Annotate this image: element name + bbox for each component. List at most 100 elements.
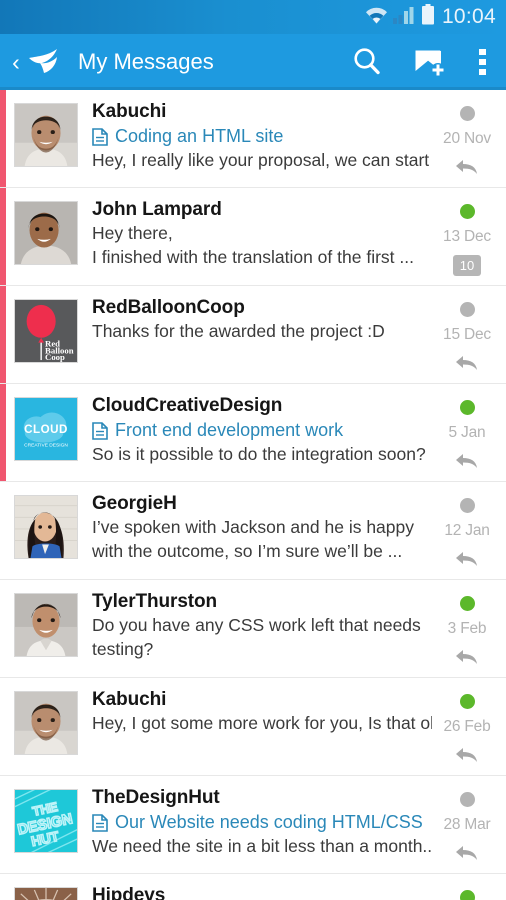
- message-content: TheDesignHut Our Website needs coding HT…: [78, 785, 436, 864]
- reply-icon[interactable]: [455, 156, 479, 178]
- subject-text: Coding an HTML site: [115, 126, 284, 147]
- message-meta: 13 Dec 10: [436, 197, 498, 276]
- reply-icon[interactable]: [455, 744, 479, 766]
- message-row[interactable]: HipdevsHey, I just got a huge project aw…: [0, 874, 506, 900]
- message-date: 5 Jan: [448, 424, 486, 441]
- message-subject[interactable]: Front end development work: [92, 418, 432, 442]
- message-row[interactable]: John Lampard Hey there, I finished with th…: [0, 188, 506, 286]
- message-subject[interactable]: Coding an HTML site: [92, 124, 432, 148]
- message-preview: So is it possible to do the integration …: [92, 443, 432, 467]
- sender-name: GeorgieH: [92, 493, 177, 514]
- message-meta: 20 Nov: [436, 99, 498, 178]
- message-date: 12 Jan: [444, 522, 490, 539]
- compose-icon[interactable]: [398, 34, 460, 90]
- message-preview: Hey, I really like your proposal, we can…: [92, 149, 432, 173]
- message-meta: 26 Feb: [436, 687, 498, 766]
- status-bar-clock: 10:04: [441, 5, 496, 28]
- sender-name: CloudCreativeDesign: [92, 395, 283, 416]
- avatar: THE DESIGN HUT: [14, 789, 78, 853]
- message-meta: 5 Jan: [436, 393, 498, 472]
- message-meta: 12 Jan: [436, 491, 498, 570]
- sender-name: TylerThurston: [92, 591, 218, 612]
- document-icon: [92, 421, 108, 440]
- avatar: [14, 593, 78, 657]
- status-dot: [459, 792, 475, 807]
- status-dot: [459, 694, 475, 709]
- avatar: [14, 691, 78, 755]
- reply-icon[interactable]: [455, 352, 479, 374]
- message-preview: I’ve spoken with Jackson and he is happy…: [92, 516, 432, 564]
- signal-icon: [392, 5, 417, 29]
- avatar: [14, 495, 78, 559]
- message-row[interactable]: CLOUD CREATIVE DESIGN CloudCreativeDesign…: [0, 384, 506, 482]
- preview-line: with the outcome, so I’m sure we’ll be .…: [92, 541, 403, 562]
- app-bar: ‹ My Messages: [0, 34, 506, 90]
- message-meta: 3 Feb: [436, 589, 498, 668]
- svg-text:Coop: Coop: [45, 352, 65, 362]
- message-content: GeorgieH I’ve spoken with Jackson and he …: [78, 491, 436, 570]
- message-date: 15 Dec: [443, 326, 491, 343]
- message-row[interactable]: Kabuchi Hey, I got some more work for you…: [0, 678, 506, 776]
- avatar: [14, 201, 78, 265]
- message-content: TylerThurston Do you have any CSS work le…: [78, 589, 436, 668]
- preview-line: Hey, I got some more work for you, Is th…: [92, 713, 432, 734]
- reply-icon[interactable]: [455, 548, 479, 570]
- message-preview: Do you have any CSS work left that needs…: [92, 614, 432, 662]
- reply-icon[interactable]: [455, 646, 479, 668]
- preview-line: So is it possible to do the integration …: [92, 443, 426, 464]
- document-icon: [92, 813, 108, 832]
- status-dot: [459, 106, 475, 121]
- status-dot: [459, 596, 475, 611]
- message-list[interactable]: Kabuchi Coding an HTML site Hey, I really…: [0, 90, 506, 900]
- search-icon[interactable]: [336, 34, 398, 90]
- reply-icon[interactable]: [455, 842, 479, 864]
- preview-line: Hey there,: [92, 223, 173, 244]
- back-button[interactable]: ‹: [8, 50, 24, 74]
- avatar: [14, 103, 78, 167]
- status-bar: 10:04: [0, 0, 506, 34]
- preview-line: Do you have any CSS work left that needs: [92, 615, 421, 636]
- message-content: RedBalloonCoop Thanks for the awarded the…: [78, 295, 436, 374]
- message-subject[interactable]: Our Website needs coding HTML/CSS: [92, 810, 432, 834]
- message-content: HipdevsHey, I just got a huge project aw…: [78, 883, 436, 900]
- message-preview: Hey there, I finished with the translatio…: [92, 222, 432, 270]
- message-row[interactable]: THE DESIGN HUT TheDesignHut Our Website …: [0, 776, 506, 874]
- subject-text: Our Website needs coding HTML/CSS: [115, 812, 423, 833]
- badge-count: 10: [452, 254, 482, 276]
- sender-name: TheDesignHut: [92, 787, 220, 808]
- sender-name: RedBalloonCoop: [92, 297, 245, 318]
- document-icon: [92, 421, 108, 440]
- message-row[interactable]: Red Balloon Coop RedBalloonCoop Thanks for …: [0, 286, 506, 384]
- overflow-menu-icon[interactable]: [460, 34, 506, 90]
- bird-logo-icon: [26, 45, 68, 79]
- subject-text: Front end development work: [115, 420, 344, 441]
- message-content: John Lampard Hey there, I finished with th…: [78, 197, 436, 276]
- message-meta: [436, 883, 498, 900]
- message-date: 28 Mar: [443, 816, 491, 833]
- status-dot: [459, 204, 475, 219]
- status-dot: [459, 890, 475, 900]
- battery-icon: [421, 4, 435, 30]
- avatar: [14, 887, 78, 900]
- reply-icon[interactable]: [455, 450, 479, 472]
- message-row[interactable]: Kabuchi Coding an HTML site Hey, I really…: [0, 90, 506, 188]
- message-content: Kabuchi Hey, I got some more work for you…: [78, 687, 436, 766]
- preview-line: We need the site in a bit less than a mo…: [92, 835, 432, 856]
- svg-text:CLOUD: CLOUD: [24, 423, 68, 436]
- avatar: CLOUD CREATIVE DESIGN: [14, 397, 78, 461]
- message-preview: Thanks for the awarded the project :D: [92, 320, 432, 344]
- preview-line: testing?: [92, 639, 154, 660]
- message-meta: 28 Mar: [436, 785, 498, 864]
- document-icon: [92, 127, 108, 146]
- avatar: Red Balloon Coop: [14, 299, 78, 363]
- status-dot: [459, 400, 475, 415]
- message-date: 20 Nov: [443, 130, 491, 147]
- message-content: CloudCreativeDesign Front end developmen…: [78, 393, 436, 472]
- page-title: My Messages: [78, 49, 214, 74]
- preview-line: Hey, I really like your proposal, we can…: [92, 149, 432, 170]
- message-preview: We need the site in a bit less than a mo…: [92, 835, 432, 859]
- document-icon: [92, 813, 108, 832]
- message-meta: 15 Dec: [436, 295, 498, 374]
- message-row[interactable]: GeorgieH I’ve spoken with Jackson and he …: [0, 482, 506, 580]
- message-row[interactable]: TylerThurston Do you have any CSS work le…: [0, 580, 506, 678]
